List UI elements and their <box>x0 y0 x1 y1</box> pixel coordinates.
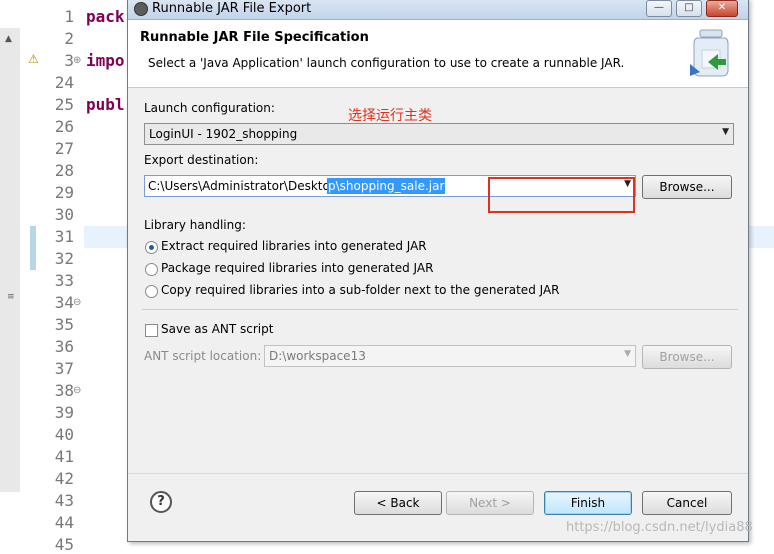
launch-config-label: Launch configuration: <box>144 101 275 115</box>
line-number: 37 <box>54 359 74 378</box>
line-number: 32 <box>54 249 74 268</box>
dropdown-arrow-icon[interactable]: ▼ <box>722 127 729 137</box>
line-number-gutter: 1 2 3 24 25 26 27 28 29 30 31 32 33 34 3… <box>44 0 84 554</box>
cancel-button[interactable]: Cancel <box>642 491 732 515</box>
radio-package[interactable] <box>145 263 158 276</box>
export-destination-label: Export destination: <box>144 153 259 167</box>
line-number: 33 <box>54 271 74 290</box>
line-number: 31 <box>54 227 74 246</box>
eclipse-icon <box>134 2 148 16</box>
save-ant-checkbox[interactable] <box>145 324 158 337</box>
wizard-banner: Runnable JAR File Specification Select a… <box>128 20 748 88</box>
line-number: 42 <box>54 469 74 488</box>
launch-config-select[interactable]: LoginUI - 1902_shopping ▼ <box>144 123 734 145</box>
line-number: 28 <box>54 161 74 180</box>
code-line[interactable]: publ <box>86 95 125 114</box>
maximize-button[interactable]: □ <box>676 0 702 17</box>
dialog-titlebar[interactable]: Runnable JAR File Export — □ ✕ <box>128 0 748 20</box>
scroll-up-icon[interactable]: ▲ <box>5 34 12 44</box>
line-number: 39 <box>54 403 74 422</box>
back-button[interactable]: < Back <box>354 491 442 515</box>
dropdown-arrow-icon[interactable]: ▼ <box>624 349 631 359</box>
line-number: 43 <box>54 491 74 510</box>
export-destination-text: C:\Users\Administrator\Deskto <box>148 179 330 193</box>
line-number: 29 <box>54 183 74 202</box>
line-number: 45 <box>54 535 74 554</box>
annotation-text: 选择运行主类 <box>348 108 432 124</box>
fold-collapse-icon[interactable]: ⊖ <box>73 297 81 308</box>
fold-expand-icon[interactable]: ⊕ <box>73 55 81 66</box>
wizard-page-description: Select a 'Java Application' launch confi… <box>148 56 625 70</box>
line-number: 34 <box>54 293 74 312</box>
line-number: 35 <box>54 315 74 334</box>
close-button[interactable]: ✕ <box>706 0 738 17</box>
ant-location-select[interactable]: D:\workspace13 ▼ <box>264 345 636 367</box>
annotation-red-box <box>488 177 635 213</box>
wizard-page-title: Runnable JAR File Specification <box>140 30 369 45</box>
radio-package-label[interactable]: Package required libraries into generate… <box>161 261 433 275</box>
code-line[interactable]: impo <box>86 51 125 70</box>
separator <box>142 309 738 310</box>
line-number: 36 <box>54 337 74 356</box>
browse-ant-button[interactable]: Browse... <box>642 345 732 369</box>
line-number: 1 <box>64 7 74 26</box>
minimize-button[interactable]: — <box>646 0 672 17</box>
line-number: 24 <box>54 73 74 92</box>
ant-location-label: ANT script location: <box>144 349 262 363</box>
radio-extract[interactable] <box>145 241 158 254</box>
line-number: 2 <box>64 29 74 48</box>
jar-export-icon <box>690 29 729 77</box>
next-button[interactable]: Next > <box>446 491 534 515</box>
scroll-grip-icon[interactable]: ≡ <box>7 292 15 302</box>
help-icon[interactable]: ? <box>150 491 172 513</box>
radio-copy[interactable] <box>145 285 158 298</box>
save-ant-label[interactable]: Save as ANT script <box>161 322 273 336</box>
line-number: 26 <box>54 117 74 136</box>
line-number: 40 <box>54 425 74 444</box>
code-line[interactable]: pack <box>86 7 125 26</box>
line-number: 27 <box>54 139 74 158</box>
export-destination-selection: p\shopping_sale.jar <box>327 178 446 194</box>
watermark-text: https://blog.csdn.net/lydia88 <box>566 520 753 535</box>
line-number: 25 <box>54 95 74 114</box>
line-number: 38 <box>54 381 74 400</box>
line-number: 41 <box>54 447 74 466</box>
radio-copy-label[interactable]: Copy required libraries into a sub-folde… <box>161 283 560 297</box>
radio-extract-label[interactable]: Extract required libraries into generate… <box>161 239 427 253</box>
runnable-jar-export-dialog: Runnable JAR File Export — □ ✕ Runnable … <box>127 0 749 542</box>
dialog-title: Runnable JAR File Export <box>152 1 312 16</box>
browse-destination-button[interactable]: Browse... <box>642 175 732 199</box>
line-number: 44 <box>54 513 74 532</box>
fold-collapse-icon[interactable]: ⊖ <box>73 385 81 396</box>
finish-button[interactable]: Finish <box>544 491 632 515</box>
footer-separator <box>128 473 748 474</box>
line-number: 3 <box>64 51 74 70</box>
ant-location-value: D:\workspace13 <box>269 349 366 363</box>
editor-scrollbar[interactable]: ▲ ≡ <box>0 28 21 492</box>
launch-config-value: LoginUI - 1902_shopping <box>149 127 298 141</box>
line-number: 30 <box>54 205 74 224</box>
library-handling-label: Library handling: <box>144 218 246 232</box>
